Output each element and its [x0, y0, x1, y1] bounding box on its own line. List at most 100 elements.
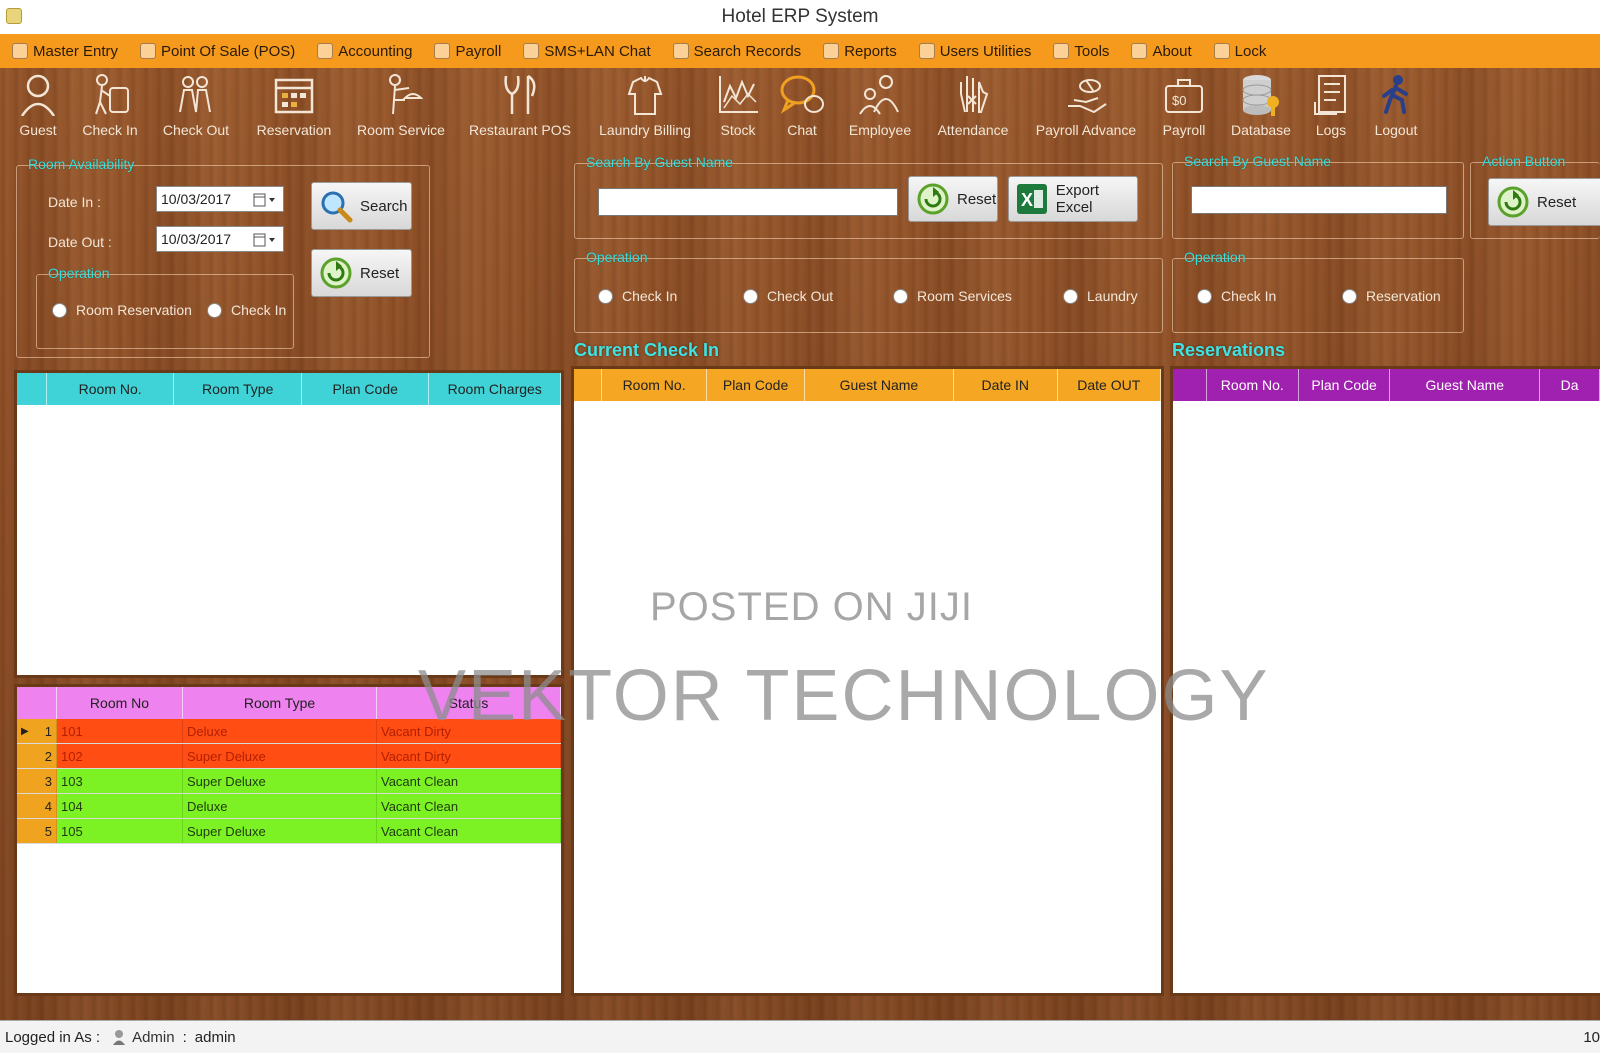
menu-item-users-utilities[interactable]: Users Utilities	[918, 43, 1031, 60]
toolbar-check-out-button[interactable]: Check Out	[156, 72, 236, 138]
toolbar-chat-button[interactable]: Chat	[762, 72, 842, 138]
radio-dot[interactable]	[52, 302, 67, 318]
row-number: 1	[44, 723, 52, 739]
radio-dot[interactable]	[1197, 288, 1212, 304]
radio-room-services[interactable]: Room Services	[893, 288, 1012, 304]
username: admin	[194, 1028, 236, 1046]
menu-item-payroll[interactable]: Payroll	[434, 43, 501, 60]
calendar-dropdown-icon[interactable]	[253, 231, 279, 249]
availability-reset-button[interactable]: Reset	[311, 249, 412, 297]
radio-check-in[interactable]: Check In	[207, 302, 286, 318]
availability-search-button[interactable]: Search	[311, 182, 412, 230]
restaurant-icon	[498, 72, 542, 116]
menu-item-sms-lan-chat[interactable]: SMS+LAN Chat	[523, 43, 651, 60]
cell-status: Vacant Clean	[377, 794, 561, 818]
radio-room-reservation[interactable]: Room Reservation	[52, 302, 192, 318]
available-rooms-grid[interactable]: Room No. Room Type Plan Code Room Charges	[14, 370, 564, 678]
menu-label: Reports	[844, 42, 897, 60]
toolbar-label: Database	[1231, 122, 1291, 138]
table-row[interactable]: 5 105 Super Deluxe Vacant Clean	[17, 819, 561, 844]
toolbar-payroll-advance-button[interactable]: Payroll Advance	[1036, 72, 1136, 138]
date-out-label: Date Out :	[48, 234, 112, 250]
toolbar-employee-button[interactable]: Employee	[840, 72, 920, 138]
menu-item-point-of-sale-pos[interactable]: Point Of Sale (POS)	[140, 43, 295, 60]
table-row[interactable]: 2 102 Super Deluxe Vacant Dirty	[17, 744, 561, 769]
radio-dot[interactable]	[598, 288, 613, 304]
toolbar-label: Attendance	[937, 122, 1009, 138]
separator: :	[182, 1028, 187, 1046]
menu-item-master-entry[interactable]: Master Entry	[12, 43, 118, 60]
column-header[interactable]: Plan Code	[1299, 369, 1391, 401]
toolbar-payroll-button[interactable]: $0 Payroll	[1144, 72, 1224, 138]
toolbar-laundry-billing-button[interactable]: Laundry Billing	[599, 72, 691, 138]
toolbar-label: Restaurant POS	[469, 122, 571, 138]
column-header[interactable]: Plan Code	[302, 373, 430, 405]
menu-item-accounting[interactable]: Accounting	[317, 43, 412, 60]
stock-chart-icon	[716, 72, 760, 116]
column-header[interactable]: Guest Name	[805, 369, 955, 401]
menu-item-search-records[interactable]: Search Records	[672, 43, 801, 60]
money-hand-icon	[1064, 72, 1108, 116]
column-header[interactable]: Room Charges	[429, 373, 561, 405]
date-out-picker[interactable]: 10/03/2017	[156, 226, 284, 252]
radio-laundry[interactable]: Laundry	[1063, 288, 1138, 304]
column-header[interactable]: Date OUT	[1058, 369, 1161, 401]
row-header-stub	[17, 373, 47, 405]
row-index: ▶ 1	[17, 719, 57, 743]
radio-dot[interactable]	[743, 288, 758, 304]
radio-check-in[interactable]: Check In	[1197, 288, 1276, 304]
radio-check-in[interactable]: Check In	[598, 288, 677, 304]
toolbar-room-service-button[interactable]: Room Service	[357, 72, 445, 138]
column-header[interactable]: Da	[1540, 369, 1600, 401]
toolbar-check-in-button[interactable]: Check In	[70, 72, 150, 138]
radio-dot[interactable]	[893, 288, 908, 304]
reservation-guest-search-input[interactable]	[1191, 186, 1447, 214]
radio-label: Reservation	[1366, 288, 1441, 304]
toolbar-database-button[interactable]: Database	[1221, 72, 1301, 138]
column-header[interactable]: Guest Name	[1390, 369, 1541, 401]
column-header[interactable]: Room No.	[47, 373, 175, 405]
column-header[interactable]: Plan Code	[707, 369, 805, 401]
column-header[interactable]: Room Type	[183, 687, 377, 719]
export-excel-button[interactable]: X Export Excel	[1008, 176, 1138, 222]
column-header[interactable]: Room No.	[602, 369, 708, 401]
cell-room: 105	[57, 819, 183, 843]
radio-dot[interactable]	[1342, 288, 1357, 304]
column-header[interactable]: Room No.	[1207, 369, 1299, 401]
radio-reservation[interactable]: Reservation	[1342, 288, 1441, 304]
radio-dot[interactable]	[207, 302, 222, 318]
column-header[interactable]: Room Type	[174, 373, 302, 405]
radio-check-out[interactable]: Check Out	[743, 288, 833, 304]
radio-dot[interactable]	[1063, 288, 1078, 304]
reset-button-label: Reset	[1537, 193, 1577, 211]
toolbar-logout-button[interactable]: Logout	[1356, 72, 1436, 138]
date-in-picker[interactable]: 10/03/2017	[156, 186, 284, 212]
user-icon	[112, 1029, 126, 1045]
toolbar-label: Check Out	[162, 122, 230, 138]
svg-text:$0: $0	[1172, 93, 1186, 108]
checkin-reset-button[interactable]: Reset	[908, 176, 998, 222]
table-row[interactable]: 3 103 Super Deluxe Vacant Clean	[17, 769, 561, 794]
toolbar-guest-button[interactable]: Guest	[0, 72, 78, 138]
cell-type: Super Deluxe	[183, 819, 377, 843]
row-index: 2	[17, 744, 57, 768]
tools-icon	[1053, 43, 1070, 59]
menu-item-lock[interactable]: Lock	[1213, 43, 1266, 60]
column-header[interactable]: Date IN	[954, 369, 1058, 401]
checkin-guest-search-input[interactable]	[598, 188, 898, 216]
toolbar-attendance-button[interactable]: Attendance	[933, 72, 1013, 138]
menu-item-about[interactable]: About	[1131, 43, 1192, 60]
svg-text:X: X	[1021, 190, 1033, 210]
toolbar-restaurant-pos-button[interactable]: Restaurant POS	[469, 72, 571, 138]
reservation-reset-button[interactable]: Reset	[1488, 178, 1600, 226]
row-header-stub	[17, 687, 57, 719]
title-bar: Hotel ERP System	[0, 0, 1600, 34]
cell-room: 101	[57, 719, 183, 743]
toolbar-reservation-button[interactable]: Reservation	[254, 72, 334, 138]
column-header[interactable]: Room No	[57, 687, 183, 719]
calendar-dropdown-icon[interactable]	[253, 191, 279, 209]
menu-item-tools[interactable]: Tools	[1053, 43, 1109, 60]
table-row[interactable]: 4 104 Deluxe Vacant Clean	[17, 794, 561, 819]
toolbar-label: Check In	[82, 122, 138, 138]
menu-item-reports[interactable]: Reports	[823, 43, 897, 60]
